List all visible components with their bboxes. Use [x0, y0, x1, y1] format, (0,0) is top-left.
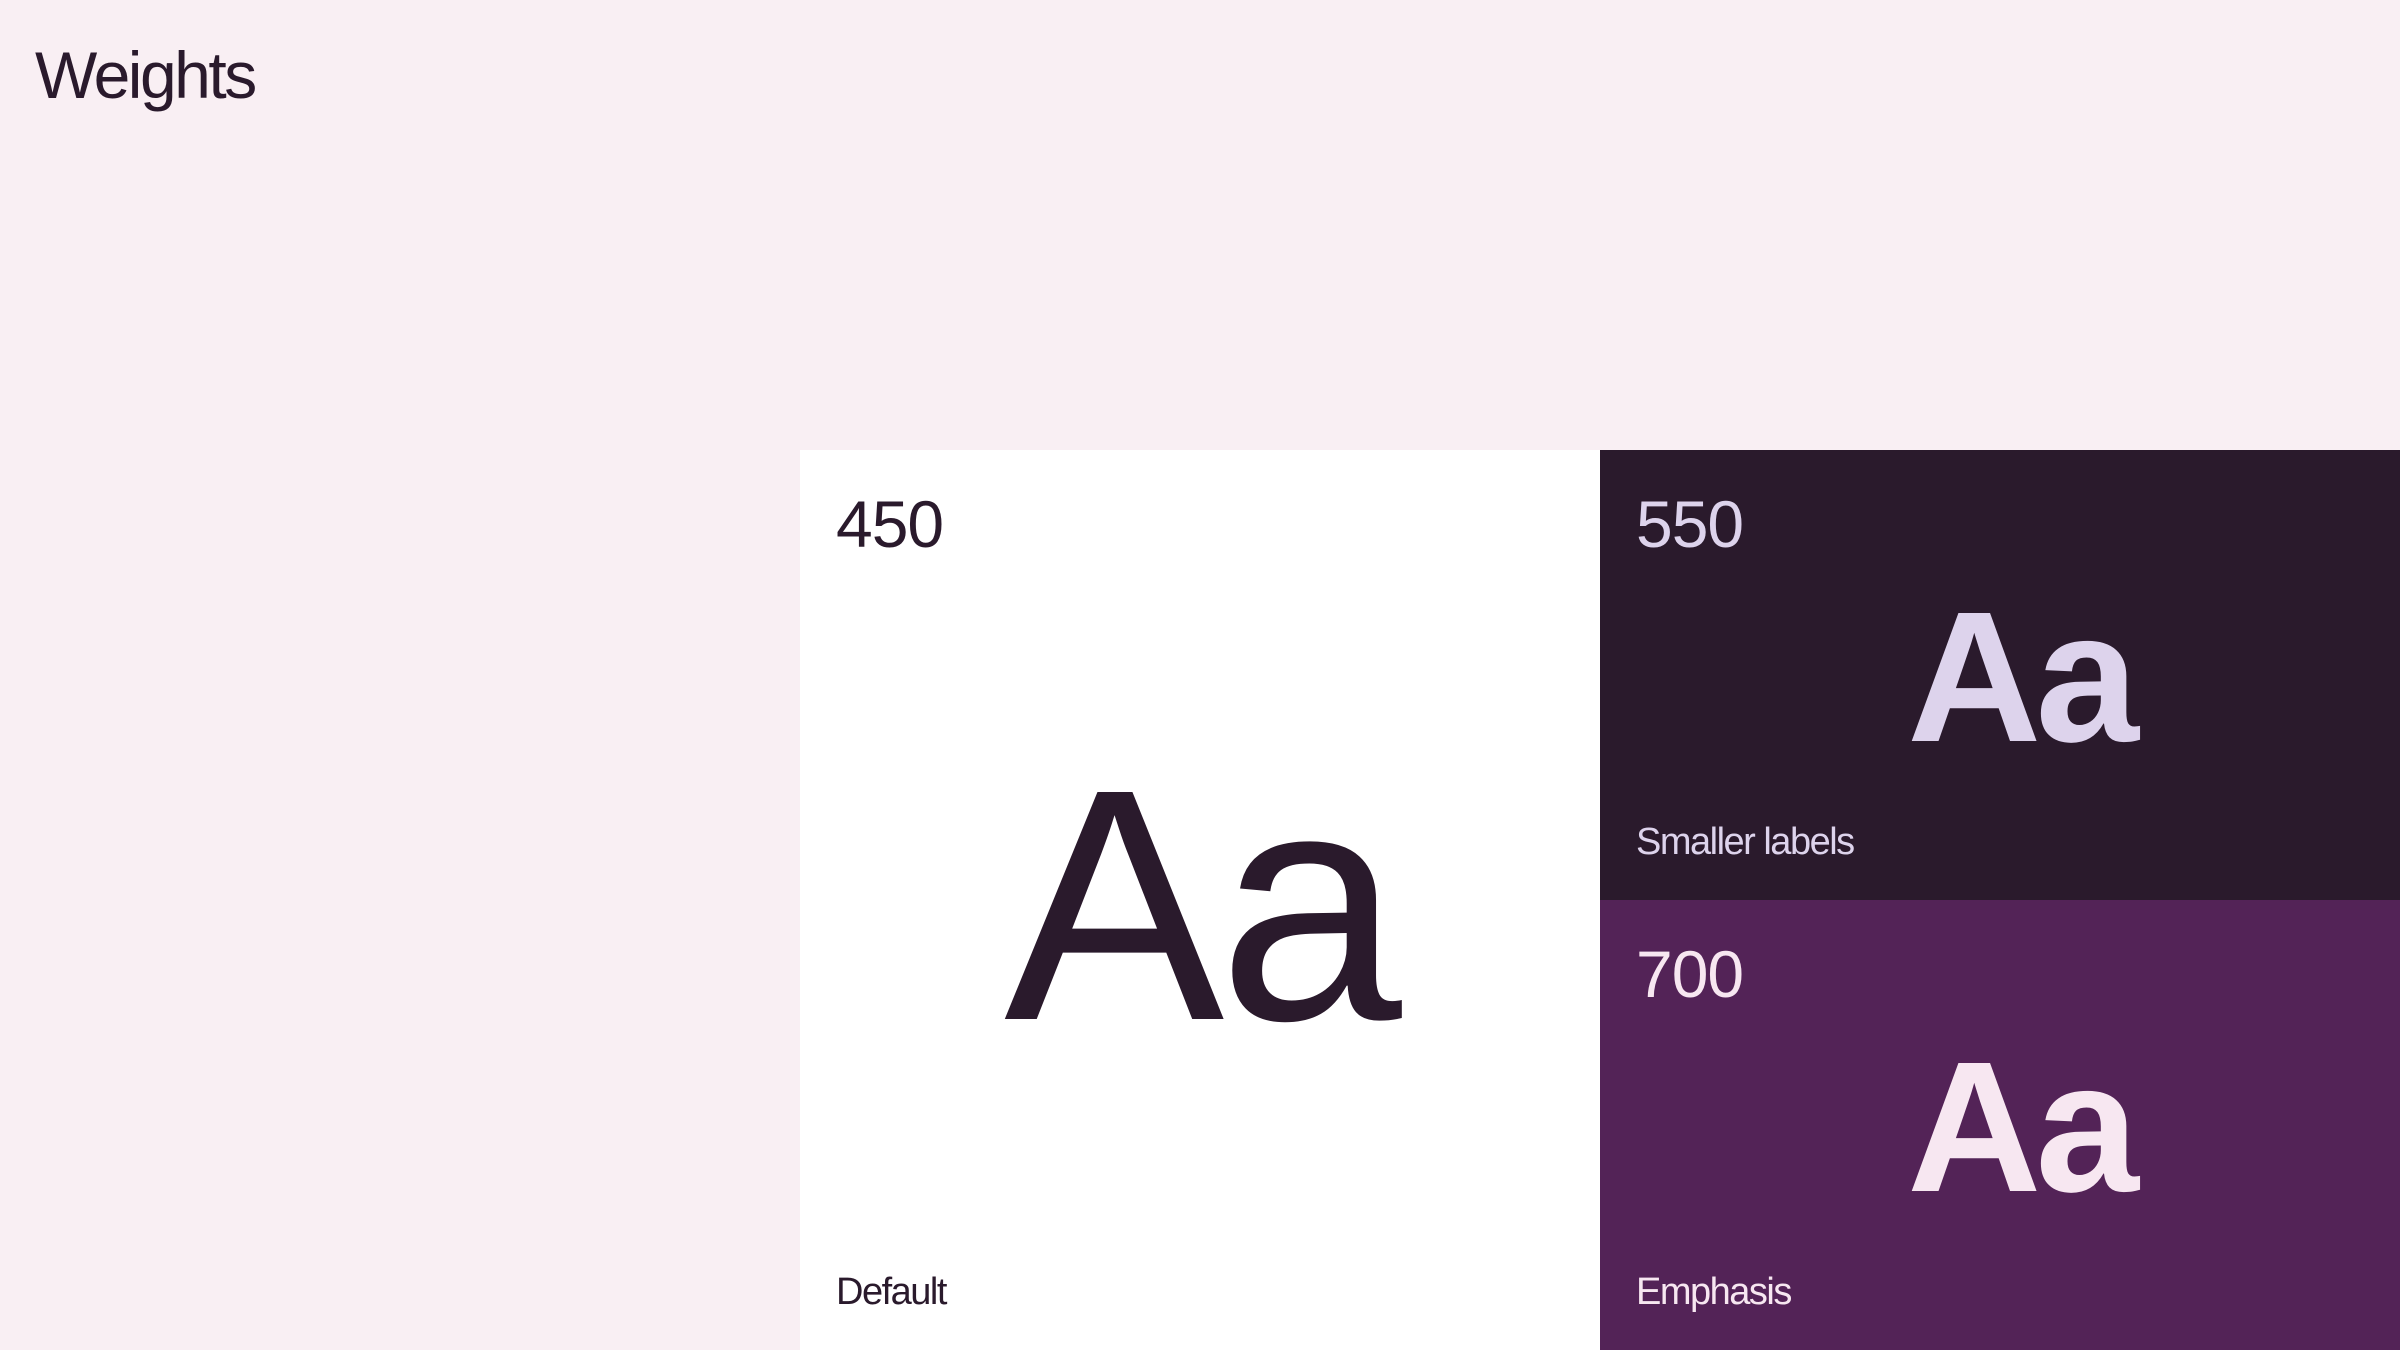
type-specimen: Aa [1004, 720, 1402, 1089]
weight-card-smaller-labels: 550 Aa Smaller labels [1600, 450, 2400, 900]
weight-card-default: 450 Aa Default [800, 450, 1600, 1350]
weight-value: 550 [1636, 487, 1744, 561]
weight-usage-label: Emphasis [1636, 1271, 1792, 1313]
page-title: Weights [35, 38, 257, 112]
weight-value: 700 [1636, 937, 1744, 1011]
weight-value: 450 [836, 487, 944, 561]
weight-card-emphasis: 700 Aa Emphasis [1600, 900, 2400, 1350]
type-specimen: Aa [1907, 574, 2139, 781]
type-specimen: Aa [1907, 1024, 2139, 1231]
weight-usage-label: Smaller labels [1636, 821, 1855, 863]
weight-usage-label: Default [836, 1271, 947, 1313]
